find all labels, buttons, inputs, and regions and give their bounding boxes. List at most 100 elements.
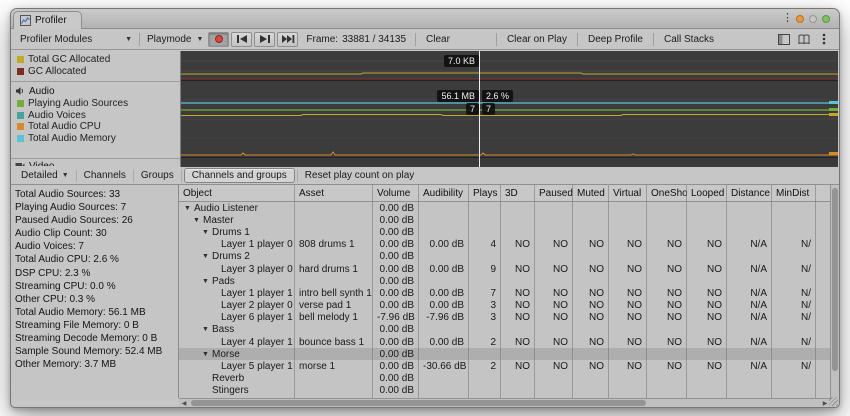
column-header-looped[interactable]: Looped — [687, 188, 727, 199]
table-row[interactable]: Layer 1 player 1intro bell synth 10.00 d… — [179, 287, 830, 299]
window-controls — [796, 15, 830, 23]
previous-frame-button[interactable] — [231, 32, 252, 47]
series-swatch — [17, 56, 24, 63]
scroll-left-arrow-icon[interactable]: ◀ — [179, 399, 189, 407]
chevron-down-icon: ▼ — [125, 36, 132, 43]
horizontal-scrollbar[interactable]: ◀ ▶ — [179, 398, 830, 407]
column-header-oneshot[interactable]: OneShot — [647, 188, 687, 199]
table-row[interactable]: ▼Drums 10.00 dB — [179, 226, 830, 238]
legend-item-total-audio-memory[interactable]: Total Audio Memory — [11, 133, 180, 145]
object-label: Drums 2 — [212, 251, 250, 262]
column-header-3d[interactable]: 3D — [501, 188, 535, 199]
legend-item-total-audio-cpu[interactable]: Total Audio CPU — [11, 121, 180, 133]
manual-button[interactable] — [794, 32, 814, 47]
audio-chart[interactable]: 56.1 MB 2.6 % 7 7 — [181, 81, 838, 158]
detailed-view-dropdown[interactable]: Detailed▼ — [14, 168, 76, 183]
window-maximize-button[interactable] — [822, 15, 830, 23]
context-menu-button[interactable] — [814, 32, 834, 47]
table-row[interactable]: Layer 1 player 0808 drums 10.00 dB0.00 d… — [179, 239, 830, 251]
volume-cell: 0.00 dB — [373, 251, 419, 262]
column-header-plays[interactable]: Plays — [469, 188, 501, 199]
table-row[interactable]: ▼Bass0.00 dB — [179, 324, 830, 336]
resize-grip[interactable] — [829, 397, 838, 406]
stat-line: Paused Audio Sources: 26 — [15, 214, 174, 227]
column-header-object[interactable]: Object — [179, 188, 295, 199]
column-header-paused[interactable]: Paused — [535, 188, 573, 199]
window-minimize-button[interactable] — [796, 15, 804, 23]
title-bar[interactable]: Profiler ⋮ — [11, 9, 839, 29]
column-header-volume[interactable]: Volume — [373, 188, 419, 199]
table-row[interactable]: ▼Morse0.00 dB — [179, 348, 830, 360]
column-header-asset[interactable]: Asset — [295, 188, 373, 199]
legend-item-total-gc-allocated[interactable]: Total GC Allocated — [11, 53, 180, 65]
table-row[interactable]: ▼Pads0.00 dB — [179, 275, 830, 287]
column-header-distance[interactable]: Distance — [727, 188, 772, 199]
video-module-header[interactable]: Video — [11, 159, 180, 166]
current-frame-button[interactable] — [277, 32, 298, 47]
oneshot-cell: NO — [647, 288, 687, 299]
legend-item-playing-audio-sources[interactable]: Playing Audio Sources — [11, 98, 180, 110]
call-stacks-button[interactable]: Call Stacks — [657, 32, 721, 47]
foldout-arrow-icon[interactable]: ▼ — [193, 217, 203, 224]
table-body: ▼Audio Listener0.00 dB▼Master0.00 dB▼Dru… — [179, 202, 830, 398]
detail-content: Total Audio Sources: 33Playing Audio Sou… — [11, 185, 839, 398]
table-row[interactable]: Reverb0.00 dB — [179, 373, 830, 385]
table-row[interactable]: ▼Audio Listener0.00 dB — [179, 202, 830, 214]
legend-item-audio-voices[interactable]: Audio Voices — [11, 110, 180, 122]
table-row[interactable]: Stingers0.00 dB — [179, 385, 830, 397]
memory-chart[interactable]: 7.0 KB — [181, 51, 838, 81]
table-row[interactable]: ▼Master0.00 dB — [179, 214, 830, 226]
foldout-arrow-icon[interactable]: ▼ — [202, 351, 212, 358]
clear-on-play-button[interactable]: Clear on Play — [500, 32, 574, 47]
legend-item-gc-allocated[interactable]: GC Allocated — [11, 65, 180, 77]
table-row[interactable]: Layer 5 player 1morse 10.00 dB-30.66 dB2… — [179, 360, 830, 372]
distance-cell: N/A — [727, 337, 772, 348]
window-menu-kebab-icon[interactable]: ⋮ — [782, 11, 793, 24]
toolbar-separator — [496, 33, 497, 46]
table-row[interactable]: Layer 4 player 1bounce bass 10.00 dB0.00… — [179, 336, 830, 348]
video-chart[interactable] — [181, 158, 838, 165]
tab-channels[interactable]: Channels — [77, 168, 133, 183]
deep-profile-button[interactable]: Deep Profile — [581, 32, 650, 47]
foldout-arrow-icon[interactable]: ▼ — [202, 326, 212, 333]
playmode-dropdown[interactable]: Playmode▼ — [143, 32, 207, 47]
window-restore-button[interactable] — [809, 15, 817, 23]
column-header-virtual[interactable]: Virtual — [609, 188, 647, 199]
next-frame-button[interactable] — [254, 32, 275, 47]
column-header-audibility[interactable]: Audibility — [419, 188, 469, 199]
table-row[interactable]: Layer 3 player 0hard drums 10.00 dB0.00 … — [179, 263, 830, 275]
vertical-scrollbar[interactable] — [830, 185, 839, 398]
tab-channels-and-groups[interactable]: Channels and groups — [184, 168, 295, 183]
series-swatch — [17, 112, 24, 119]
chart-plot-area[interactable]: 7.0 KB 56.1 MB 2.6 % 7 — [181, 51, 838, 167]
table-row[interactable]: ▼Drums 2 0.00 dB — [179, 251, 830, 263]
column-header-mindist[interactable]: MinDist — [772, 188, 816, 199]
table-row[interactable]: Layer 2 player 0verse pad 10.00 dB0.00 d… — [179, 300, 830, 312]
foldout-arrow-icon[interactable]: ▼ — [202, 278, 212, 285]
frame-playhead[interactable] — [479, 51, 480, 167]
memory-chart-lines — [181, 51, 838, 81]
audio-legend: Audio Playing Audio Sources Audio Voices… — [11, 81, 180, 158]
profiler-modules-dropdown[interactable]: Profiler Modules▼ — [16, 32, 136, 47]
profiler-window-tab[interactable]: Profiler — [13, 11, 82, 29]
table-row[interactable]: Layer 6 player 1bell melody 1-7.96 dB-7.… — [179, 312, 830, 324]
foldout-arrow-icon[interactable]: ▼ — [202, 229, 212, 236]
looped-cell: NO — [687, 312, 727, 323]
horizontal-scrollbar-thumb[interactable] — [191, 400, 646, 406]
virtual-cell: NO — [609, 337, 647, 348]
tab-groups[interactable]: Groups — [134, 168, 181, 183]
foldout-arrow-icon[interactable]: ▼ — [202, 253, 212, 260]
looped-cell: NO — [687, 239, 727, 250]
vertical-scrollbar-thumb[interactable] — [832, 188, 838, 371]
audio-module-header[interactable]: Audio — [11, 84, 180, 98]
frame-value: 33881 / 34135 — [342, 34, 406, 45]
column-header-muted[interactable]: Muted — [573, 188, 609, 199]
record-button[interactable] — [208, 32, 229, 47]
reset-play-count-button[interactable]: Reset play count on play — [298, 168, 422, 183]
3d-cell: NO — [501, 239, 535, 250]
details-view-button[interactable] — [774, 32, 794, 47]
foldout-arrow-icon[interactable]: ▼ — [184, 205, 194, 212]
object-label: Master — [203, 215, 234, 226]
clear-button[interactable]: Clear — [419, 32, 457, 47]
toolbar-separator — [139, 33, 140, 46]
